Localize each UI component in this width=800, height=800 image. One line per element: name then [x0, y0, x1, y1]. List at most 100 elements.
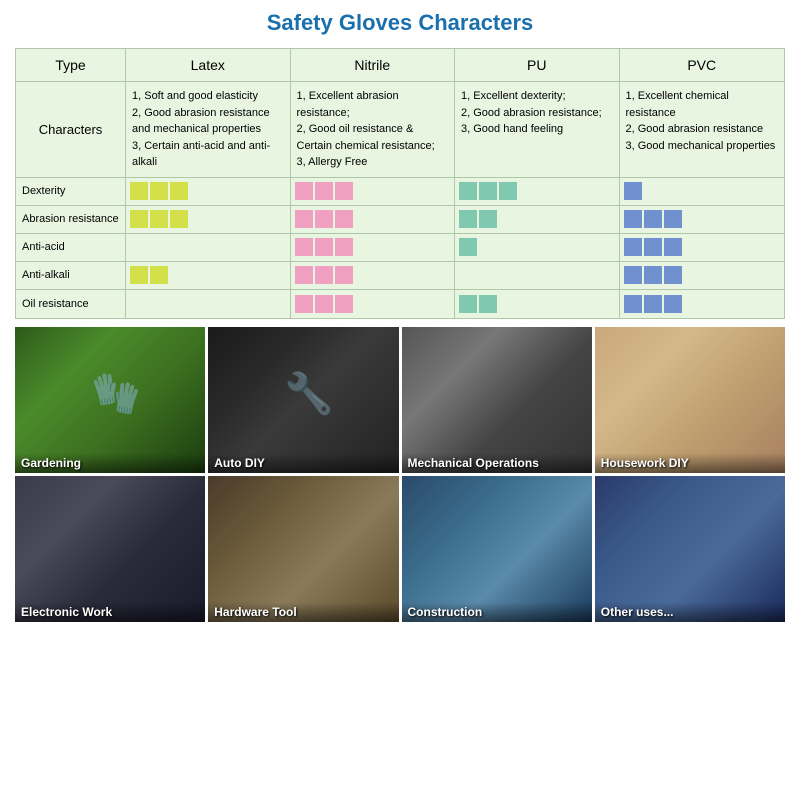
- rating-block: [644, 210, 662, 228]
- rating-block: [459, 238, 477, 256]
- rating-pvc-abrasion-resistance: [620, 206, 785, 233]
- image-label: Auto DIY: [208, 453, 398, 473]
- image-label: Mechanical Operations: [402, 453, 592, 473]
- rating-block: [624, 295, 642, 313]
- rating-block: [624, 210, 642, 228]
- rating-block: [130, 210, 148, 228]
- rating-pvc-oil-resistance: [620, 290, 785, 318]
- rating-latex-abrasion-resistance: [126, 206, 291, 233]
- rating-block: [295, 210, 313, 228]
- rating-block: [130, 266, 148, 284]
- pu-characters: 1, Excellent dexterity; 2, Good abrasion…: [455, 82, 620, 177]
- col-pu: PU: [455, 49, 620, 81]
- rating-nitrile-oil-resistance: [291, 290, 456, 318]
- rating-nitrile-anti-acid: [291, 234, 456, 261]
- rating-pvc-dexterity: [620, 178, 785, 205]
- rating-block: [459, 210, 477, 228]
- rating-nitrile-abrasion-resistance: [291, 206, 456, 233]
- latex-characters: 1, Soft and good elasticity 2, Good abra…: [126, 82, 291, 177]
- rating-block: [295, 266, 313, 284]
- rating-pu-abrasion-resistance: [455, 206, 620, 233]
- rating-pvc-anti-alkali: [620, 262, 785, 289]
- image-cell-electronic-work: Electronic Work: [15, 476, 205, 622]
- image-label: Hardware Tool: [208, 602, 398, 622]
- rating-block: [335, 182, 353, 200]
- image-cell-mechanical-operations: Mechanical Operations: [402, 327, 592, 473]
- rating-block: [315, 182, 333, 200]
- rating-block: [170, 182, 188, 200]
- col-pvc: PVC: [620, 49, 785, 81]
- rating-block: [664, 238, 682, 256]
- rating-block: [335, 295, 353, 313]
- rating-pu-anti-acid: [455, 234, 620, 261]
- rating-pvc-anti-acid: [620, 234, 785, 261]
- rating-nitrile-dexterity: [291, 178, 456, 205]
- image-cell-gardening: Gardening: [15, 327, 205, 473]
- characters-row: Characters 1, Soft and good elasticity 2…: [16, 82, 784, 178]
- image-label: Electronic Work: [15, 602, 205, 622]
- rating-block: [150, 182, 168, 200]
- rating-row: Anti-acid: [16, 234, 784, 262]
- use-cases-grid: GardeningAuto DIYMechanical OperationsHo…: [15, 327, 785, 622]
- rating-block: [479, 182, 497, 200]
- row-characters-label: Characters: [16, 82, 126, 177]
- rating-block: [150, 266, 168, 284]
- image-cell-housework-diy: Housework DIY: [595, 327, 785, 473]
- rating-block: [130, 182, 148, 200]
- rating-latex-dexterity: [126, 178, 291, 205]
- rating-block: [315, 295, 333, 313]
- rating-block: [479, 210, 497, 228]
- rating-block: [624, 182, 642, 200]
- rating-block: [624, 238, 642, 256]
- rating-block: [170, 210, 188, 228]
- image-cell-hardware-tool: Hardware Tool: [208, 476, 398, 622]
- page-wrapper: Safety Gloves Characters Type Latex Nitr…: [0, 0, 800, 800]
- rating-label: Abrasion resistance: [16, 206, 126, 233]
- rating-pu-oil-resistance: [455, 290, 620, 318]
- rating-block: [644, 266, 662, 284]
- rating-block: [315, 210, 333, 228]
- table-header: Type Latex Nitrile PU PVC: [16, 49, 784, 82]
- rating-block: [624, 266, 642, 284]
- image-label: Construction: [402, 602, 592, 622]
- rating-row: Abrasion resistance: [16, 206, 784, 234]
- rating-label: Anti-acid: [16, 234, 126, 261]
- page-title: Safety Gloves Characters: [15, 10, 785, 36]
- rating-block: [479, 295, 497, 313]
- rating-label: Oil resistance: [16, 290, 126, 318]
- rating-latex-anti-acid: [126, 234, 291, 261]
- col-latex: Latex: [126, 49, 291, 81]
- rating-latex-oil-resistance: [126, 290, 291, 318]
- rating-row: Oil resistance: [16, 290, 784, 318]
- rating-block: [335, 238, 353, 256]
- rating-block: [664, 210, 682, 228]
- rating-block: [335, 210, 353, 228]
- pvc-characters: 1, Excellent chemical resistance 2, Good…: [620, 82, 785, 177]
- rating-label: Dexterity: [16, 178, 126, 205]
- rating-nitrile-anti-alkali: [291, 262, 456, 289]
- rating-block: [664, 295, 682, 313]
- image-label: Housework DIY: [595, 453, 785, 473]
- rating-block: [664, 266, 682, 284]
- rating-block: [459, 182, 477, 200]
- rating-block: [644, 295, 662, 313]
- nitrile-characters: 1, Excellent abrasion resistance; 2, Goo…: [291, 82, 456, 177]
- rating-block: [315, 238, 333, 256]
- rating-label: Anti-alkali: [16, 262, 126, 289]
- rating-row: Anti-alkali: [16, 262, 784, 290]
- rating-pu-anti-alkali: [455, 262, 620, 289]
- rating-block: [150, 210, 168, 228]
- rating-block: [335, 266, 353, 284]
- comparison-table: Type Latex Nitrile PU PVC Characters 1, …: [15, 48, 785, 319]
- rating-block: [644, 238, 662, 256]
- col-nitrile: Nitrile: [291, 49, 456, 81]
- rating-latex-anti-alkali: [126, 262, 291, 289]
- image-cell-auto-diy: Auto DIY: [208, 327, 398, 473]
- rating-row: Dexterity: [16, 178, 784, 206]
- rating-rows: DexterityAbrasion resistanceAnti-acidAnt…: [16, 178, 784, 318]
- rating-block: [295, 238, 313, 256]
- image-cell-construction: Construction: [402, 476, 592, 622]
- rating-block: [295, 295, 313, 313]
- col-type: Type: [16, 49, 126, 81]
- rating-block: [459, 295, 477, 313]
